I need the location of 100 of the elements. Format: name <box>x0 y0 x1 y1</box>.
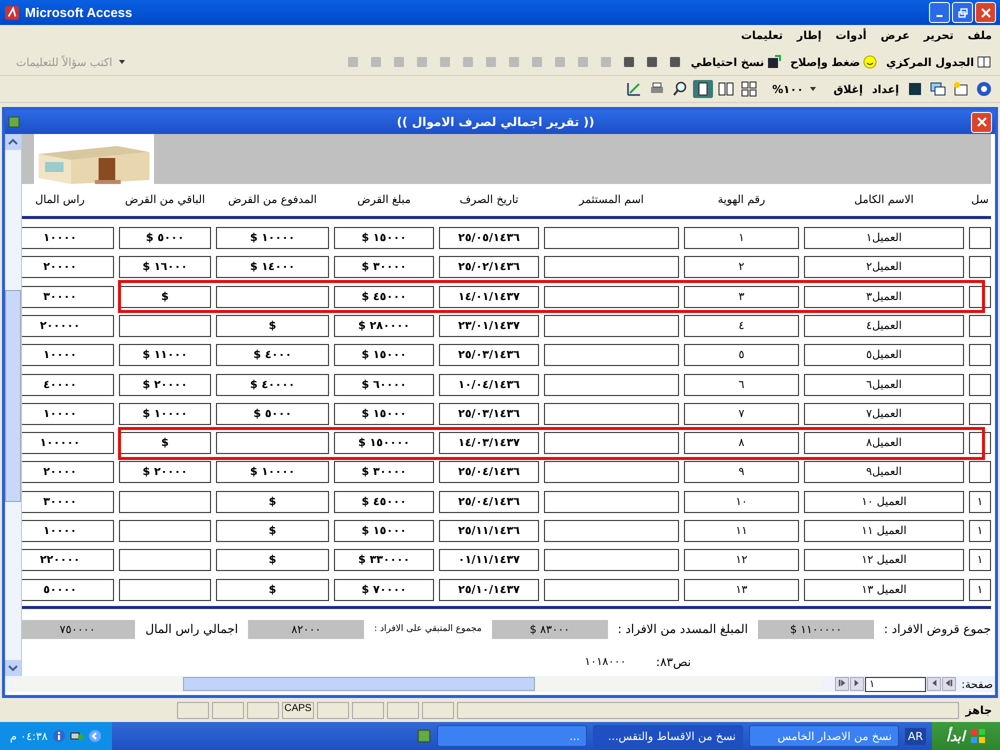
caret-icon <box>809 84 818 93</box>
table-cell: ١٠٠٠٠ <box>22 520 114 542</box>
table-cell: ٣ <box>684 286 799 308</box>
document-icon[interactable] <box>416 729 431 743</box>
table-cell <box>969 314 991 337</box>
table-cell: ١٠٠٠٠٠ <box>22 432 114 454</box>
table-cell: ٢٠٠٠٠ <box>22 461 114 484</box>
table-cell <box>969 374 991 396</box>
last-page-button[interactable] <box>835 677 850 692</box>
menu-item[interactable]: تحرير <box>924 29 954 46</box>
info-icon[interactable] <box>52 729 66 743</box>
table-cell: العميل ١٢ <box>804 549 964 572</box>
page-number-field[interactable]: ١ <box>865 676 926 692</box>
multiple-pages-icon[interactable] <box>739 80 760 98</box>
caret-icon <box>118 58 126 66</box>
table-cell: ١٠٠٠٠ <box>22 402 114 425</box>
table-cell: ٢٥/٠٣/١٤٣٦ <box>439 344 539 366</box>
smiley-icon <box>863 55 878 70</box>
table-cell: ١ <box>969 520 991 542</box>
table-cell: ٢٥/١١/١٤٣٦ <box>439 520 539 542</box>
table-cell: العميل٤ <box>804 314 964 337</box>
table-cell: $ ١٠٠٠٠ <box>216 227 329 250</box>
status-panel <box>212 702 244 719</box>
status-panel <box>247 702 279 719</box>
table-cell: $ ١٥٠٠٠ <box>334 227 434 250</box>
minimize-icon <box>936 14 943 17</box>
restore-button[interactable] <box>952 2 973 24</box>
total-value: ٧٥٠٠٠٠ <box>22 620 136 639</box>
toolbar-button[interactable]: نسخ احتياطي <box>688 54 784 70</box>
two-pages-icon[interactable] <box>716 80 736 98</box>
column-header: اسم المستثمر <box>578 192 645 206</box>
column-header: سل <box>970 192 990 206</box>
language-indicator[interactable]: AR <box>904 728 926 744</box>
first-page-button[interactable] <box>942 677 956 692</box>
windows-icon[interactable] <box>928 80 948 98</box>
menu-item[interactable]: ملف <box>968 29 992 46</box>
column-header: الباقي من القرض <box>124 192 206 206</box>
table-cell: $ ٢٨٠٠٠٠ <box>334 314 434 337</box>
zoom-dropdown[interactable]: ١٠٠% <box>762 82 828 96</box>
table-cell: $ ١٤٠٠٠ <box>216 256 329 278</box>
table-cell: $ ٣٠٠٠٠ <box>334 461 434 484</box>
table-cell: ١٠٠٠٠ <box>22 227 114 250</box>
table-cell: ١١ <box>684 520 799 542</box>
taskbar-button[interactable]: نسخ من الاصدار الخامس <box>748 725 899 747</box>
table-cell <box>969 402 991 425</box>
toolbar-button[interactable]: إعداد <box>868 82 902 97</box>
table-cell: ٣٠٠٠٠ <box>22 490 114 513</box>
status-panel <box>387 702 419 719</box>
table-cell: ٢٠٠٠٠ <box>22 256 114 278</box>
table-cell: $ ١٥٠٠٠ <box>334 402 434 425</box>
menu-item[interactable]: عرض <box>880 29 910 46</box>
total-label: اجمالي راس المال <box>145 622 238 636</box>
chevron-icon[interactable] <box>88 729 102 743</box>
close-button[interactable] <box>975 2 996 24</box>
horizontal-scrollbar[interactable] <box>13 677 822 692</box>
previous-page-button[interactable] <box>927 677 942 692</box>
table-cell: ٧ <box>684 402 799 425</box>
next-page-button[interactable] <box>850 677 864 692</box>
minimize-button[interactable] <box>929 2 950 24</box>
table-cell: ٩ <box>684 461 799 484</box>
close-button[interactable] <box>971 112 992 133</box>
table-cell: $ <box>216 578 329 601</box>
menu-item[interactable]: إطار <box>796 29 822 46</box>
total-label: مجموع المتبقي على الافراد : <box>374 624 482 634</box>
table-cell: ١٠/٠٤/١٤٣٦ <box>439 374 539 396</box>
table-cell: $ <box>216 314 329 337</box>
column-header: رقم الهوية <box>716 192 766 206</box>
column-header: راس المال <box>34 192 86 206</box>
table-cell: $ ١٦٠٠٠ <box>119 256 211 278</box>
key-icon <box>4 4 20 21</box>
window-title: Microsoft Access <box>25 5 132 20</box>
column-header: تاريخ الصرف <box>458 192 520 206</box>
toolbar-button[interactable]: الجدول المركزي <box>883 54 994 70</box>
table-cell: ١٠٠٠٠ <box>22 344 114 366</box>
taskbar-button[interactable]: ... <box>436 725 587 747</box>
scroll-up-icon[interactable] <box>5 134 21 150</box>
toolbar-button[interactable]: ضغط وإصلاح <box>787 54 880 70</box>
table-cell: $ ١٥٠٠٠ <box>334 344 434 366</box>
scroll-down-icon[interactable] <box>5 660 21 676</box>
table-cell: العميل٨ <box>804 432 964 454</box>
column-header: المدفوع من القرض <box>227 192 318 206</box>
vertical-scrollbar[interactable] <box>5 134 22 676</box>
menu-item[interactable]: أدوات <box>835 29 867 46</box>
taskbar-button[interactable]: نسخ من الاقساط والتقس... <box>592 725 743 747</box>
table-cell: ٢٠٠٠٠٠ <box>22 314 114 337</box>
table-icon <box>977 55 991 70</box>
table-cell: ١٢ <box>684 549 799 572</box>
toolbar-button[interactable]: إغلاق <box>830 82 866 97</box>
menu-item[interactable]: تعليمات <box>740 29 783 46</box>
one-page-icon[interactable] <box>693 80 714 98</box>
windows-logo-icon <box>970 728 986 744</box>
table-cell: ١ <box>969 549 991 572</box>
table-cell: $ ٤٠٠٠ <box>216 344 329 366</box>
table-cell: ٢٥/٠٤/١٤٣٦ <box>439 490 539 513</box>
first-page-icon <box>945 679 954 688</box>
table-cell: ٢٥/٠٢/١٤٣٦ <box>439 256 539 278</box>
help-icon[interactable] <box>974 80 994 98</box>
page-label: صفحة: <box>960 678 993 691</box>
start-button[interactable]: ابدأ <box>932 722 1000 750</box>
document-icon <box>8 116 20 128</box>
